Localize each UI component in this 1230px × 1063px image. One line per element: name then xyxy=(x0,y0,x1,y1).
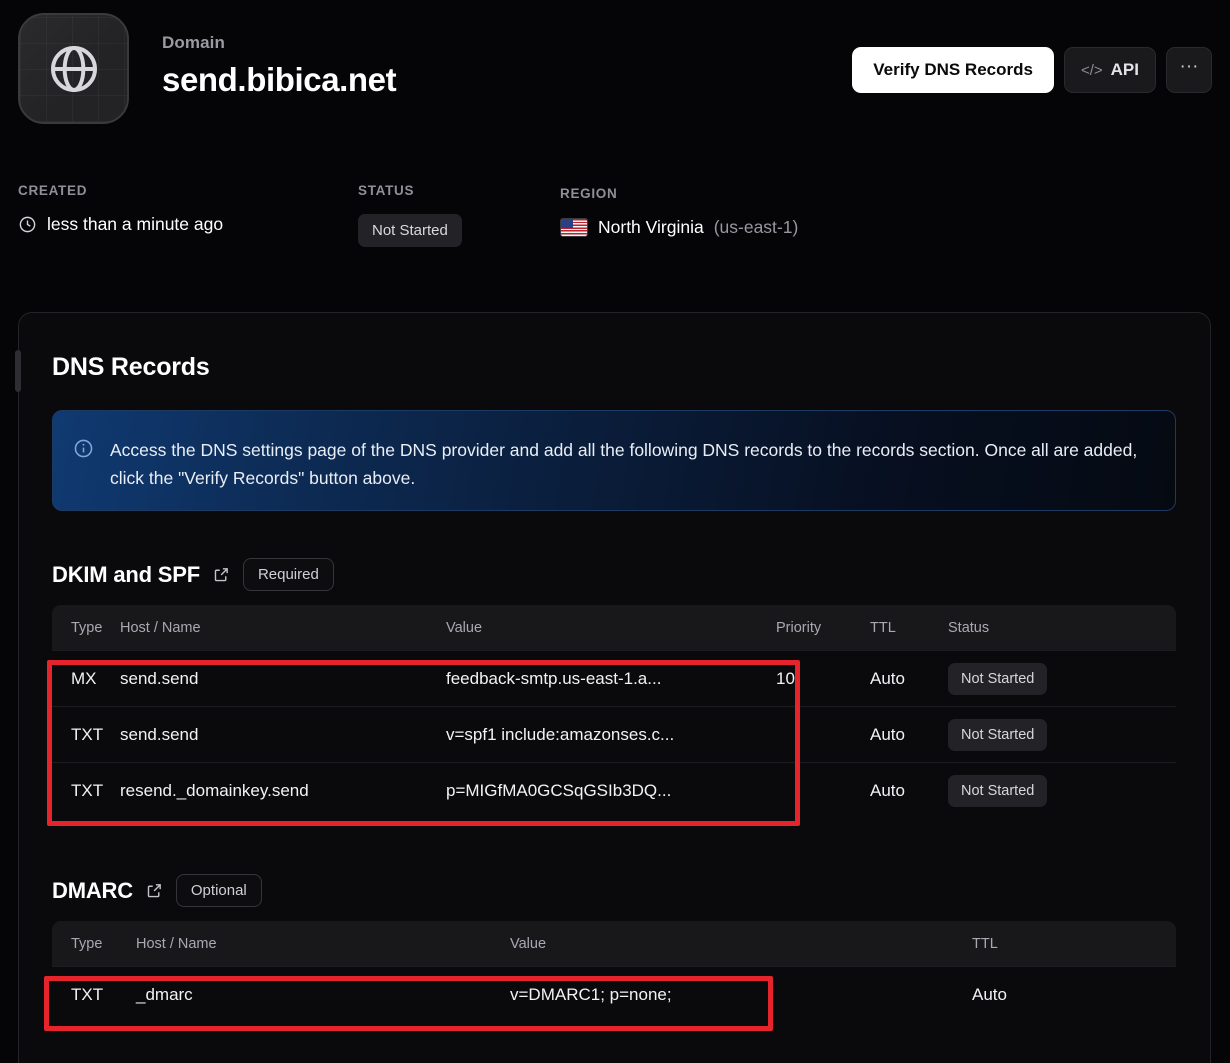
external-link-icon[interactable] xyxy=(146,882,163,899)
status-badge: Not Started xyxy=(358,214,462,247)
dkim-section-heading: DKIM and SPF Required xyxy=(52,558,334,591)
record-status-badge: Not Started xyxy=(948,718,1048,751)
column-header-host: Host / Name xyxy=(120,619,201,636)
column-header-type: Type xyxy=(71,935,103,952)
record-status-badge: Not Started xyxy=(948,774,1048,807)
dmarc-section-heading: DMARC Optional xyxy=(52,874,262,907)
cell-status: Not Started xyxy=(948,774,1128,807)
column-header-priority: Priority xyxy=(776,619,822,636)
created-block: CREATED less than a minute ago xyxy=(18,183,223,235)
column-header-host: Host / Name xyxy=(136,935,217,952)
card-accent-tab xyxy=(15,350,21,392)
table-row[interactable]: TXT send.send v=spf1 include:amazonses.c… xyxy=(52,706,1176,762)
dkim-section-title: DKIM and SPF xyxy=(52,561,200,587)
created-label: CREATED xyxy=(18,183,88,198)
column-header-status: Status xyxy=(948,619,990,636)
cell-host: resend._domainkey.send xyxy=(120,780,309,800)
region-value: North Virginia xyxy=(598,217,704,237)
dkim-required-badge: Required xyxy=(242,558,334,591)
page-header: Domain send.bibica.net Verify DNS Record… xyxy=(0,0,1230,140)
region-code: (us-east-1) xyxy=(713,217,799,237)
cell-type: TXT xyxy=(71,724,104,744)
info-circle-icon xyxy=(74,439,93,458)
cell-type: TXT xyxy=(71,780,104,800)
page-eyebrow: Domain xyxy=(162,33,225,52)
cell-priority: 10 xyxy=(776,668,795,688)
column-header-value: Value xyxy=(446,619,483,636)
region-label: REGION xyxy=(560,186,618,201)
column-header-value: Value xyxy=(510,935,547,952)
column-header-ttl: TTL xyxy=(972,935,998,952)
cell-value: v=DMARC1; p=none; xyxy=(510,984,672,1004)
api-button-label: API xyxy=(1110,60,1139,79)
cell-status: Not Started xyxy=(948,718,1128,751)
code-icon: </> xyxy=(1080,61,1103,79)
info-banner-text: Access the DNS settings page of the DNS … xyxy=(110,440,1138,488)
table-row[interactable]: TXT resend._domainkey.send p=MIGfMA0GCSq… xyxy=(52,762,1176,818)
info-banner: Access the DNS settings page of the DNS … xyxy=(52,410,1176,511)
status-value-group: Not Started xyxy=(358,214,462,247)
table-row[interactable]: TXT _dmarc v=DMARC1; p=none; Auto xyxy=(52,966,1176,1022)
created-value-group: less than a minute ago xyxy=(18,214,223,235)
dns-records-card: DNS Records Access the DNS settings page… xyxy=(15,312,1211,1063)
table-row[interactable]: MX send.send feedback-smtp.us-east-1.a..… xyxy=(52,650,1176,706)
more-options-button[interactable]: ··· xyxy=(1166,47,1212,93)
domain-detail-page: Domain send.bibica.net Verify DNS Record… xyxy=(0,0,1230,1063)
cell-host: send.send xyxy=(120,668,199,688)
status-block: STATUS Not Started xyxy=(358,183,462,247)
verify-dns-records-button[interactable]: Verify DNS Records xyxy=(852,47,1054,93)
status-label: STATUS xyxy=(358,183,415,198)
cell-host: send.send xyxy=(120,724,199,744)
cell-type: MX xyxy=(71,668,97,688)
dmarc-table: Type Host / Name Value TTL TXT _dmarc v=… xyxy=(52,921,1176,1022)
api-button[interactable]: </> API xyxy=(1063,47,1156,93)
header-text-group: Domain send.bibica.net xyxy=(162,33,397,99)
cell-ttl: Auto xyxy=(870,668,905,688)
cell-value: feedback-smtp.us-east-1.a... xyxy=(446,668,662,688)
cell-type: TXT xyxy=(71,984,104,1004)
page-title: send.bibica.net xyxy=(162,61,397,98)
cell-host: _dmarc xyxy=(136,984,193,1004)
column-header-ttl: TTL xyxy=(870,619,896,636)
cell-value: v=spf1 include:amazonses.c... xyxy=(446,724,675,744)
us-flag-icon xyxy=(560,218,588,237)
dmarc-table-header: Type Host / Name Value TTL xyxy=(52,921,1176,966)
globe-icon xyxy=(50,45,97,92)
clock-icon xyxy=(19,216,36,233)
card-title: DNS Records xyxy=(52,353,210,381)
cell-ttl: Auto xyxy=(972,984,1007,1004)
dmarc-optional-badge: Optional xyxy=(175,874,262,907)
column-header-type: Type xyxy=(71,619,103,636)
region-value-group: North Virginia (us-east-1) xyxy=(560,217,798,238)
cell-ttl: Auto xyxy=(870,780,905,800)
dkim-table: Type Host / Name Value Priority TTL Stat… xyxy=(52,605,1176,818)
external-link-icon[interactable] xyxy=(213,566,230,583)
cell-value: p=MIGfMA0GCSqGSIb3DQ... xyxy=(446,780,672,800)
cell-ttl: Auto xyxy=(870,724,905,744)
domain-avatar xyxy=(18,13,129,124)
region-block: REGION North Virginia (us-east-1) xyxy=(560,186,798,238)
cell-status: Not Started xyxy=(948,662,1128,695)
record-status-badge: Not Started xyxy=(948,662,1048,695)
header-actions: Verify DNS Records </> API ··· xyxy=(852,47,1212,93)
created-value: less than a minute ago xyxy=(47,214,224,234)
dkim-table-header: Type Host / Name Value Priority TTL Stat… xyxy=(52,605,1176,650)
dmarc-section-title: DMARC xyxy=(52,877,133,903)
metadata-row: CREATED less than a minute ago STATUS No… xyxy=(0,178,1230,258)
